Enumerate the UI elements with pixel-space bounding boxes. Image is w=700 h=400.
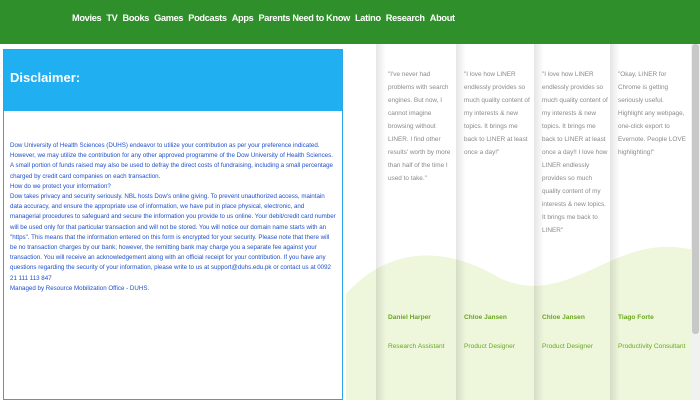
nav-item-movies[interactable]: Movies (72, 13, 102, 23)
top-nav-bar: Movies TV Books Games Podcasts Apps Pare… (0, 0, 700, 44)
testimonial-quote: "Okay, LINER for Chrome is getting serio… (618, 71, 686, 156)
testimonial-card: "Okay, LINER for Chrome is getting serio… (613, 44, 688, 400)
scrollbar-thumb[interactable] (692, 44, 699, 334)
testimonial-role: Product Designer (542, 343, 593, 350)
disclaimer-header: Disclaimer: (4, 50, 342, 111)
nav-item-latino[interactable]: Latino (355, 13, 381, 23)
nav-item-parents-need-to-know[interactable]: Parents Need to Know (258, 13, 350, 23)
testimonial-author: Tiago Forte (618, 314, 654, 321)
testimonial-quote: "I've never had problems with search eng… (388, 71, 451, 182)
nav-item-about[interactable]: About (430, 13, 455, 23)
disclaimer-paragraph-managed-by: Managed by Resource Mobilization Office … (10, 284, 150, 292)
disclaimer-paragraph-utilization: Dow University of Health Sciences (DUHS)… (10, 142, 333, 160)
testimonial-card: "I love how LINER endlessly provides so … (537, 44, 612, 400)
disclaimer-body: Dow University of Health Sciences (DUHS)… (4, 111, 342, 294)
disclaimer-paragraph-question: How do we protect your information? (10, 182, 111, 190)
disclaimer-title: Disclaimer: (10, 70, 81, 85)
nav-item-apps[interactable]: Apps (232, 13, 254, 23)
testimonials-section: "I've never had problems with search eng… (346, 44, 700, 400)
testimonial-quote: "I love how LINER endlessly provides so … (464, 71, 530, 156)
disclaimer-paragraph-privacy: Dow takes privacy and security seriously… (10, 193, 336, 282)
disclaimer-paragraph-fundraising: A small portion of funds raised may also… (10, 162, 333, 180)
testimonial-author: Daniel Harper (388, 314, 431, 321)
nav-item-books[interactable]: Books (123, 13, 150, 23)
testimonial-author: Chloe Jansen (464, 314, 507, 321)
nav-item-research[interactable]: Research (386, 13, 425, 23)
nav-item-tv[interactable]: TV (106, 13, 117, 23)
testimonial-role: Product Designer (464, 343, 515, 350)
nav-item-games[interactable]: Games (154, 13, 183, 23)
testimonial-card: "I love how LINER endlessly provides so … (459, 44, 534, 400)
testimonial-card: "I've never had problems with search eng… (383, 44, 458, 400)
nav-item-podcasts[interactable]: Podcasts (188, 13, 227, 23)
page: Movies TV Books Games Podcasts Apps Pare… (0, 0, 700, 400)
main-nav: Movies TV Books Games Podcasts Apps Pare… (72, 13, 455, 23)
disclaimer-panel: Disclaimer: Dow University of Health Sci… (3, 49, 343, 400)
testimonial-quote: "I love how LINER endlessly provides so … (542, 71, 608, 234)
testimonial-author: Chloe Jansen (542, 314, 585, 321)
testimonial-role: Research Assistant (388, 343, 445, 350)
page-scrollbar[interactable] (691, 44, 700, 400)
testimonial-role: Productivity Consultant (618, 343, 686, 350)
